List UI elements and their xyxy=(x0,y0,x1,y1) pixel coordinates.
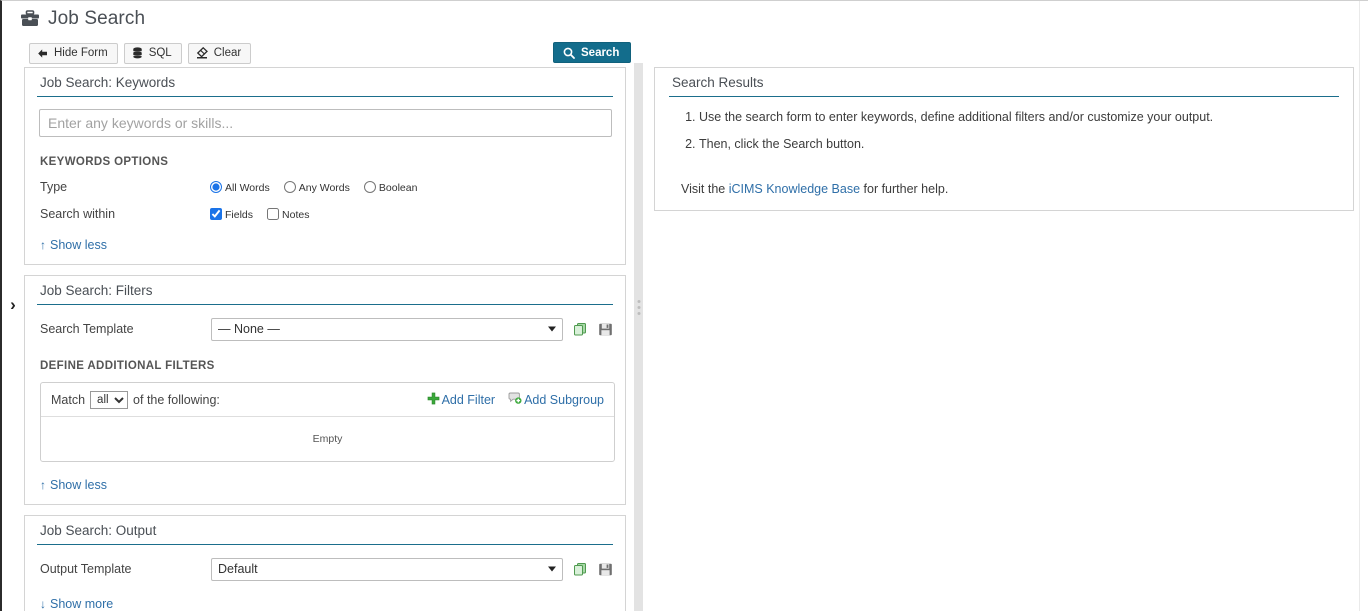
search-button-label: Search xyxy=(581,46,620,59)
filter-group-header: Match all of the following: Add Filter A… xyxy=(41,383,614,417)
keywords-search-within-row: Search within Fields Notes xyxy=(40,205,613,222)
type-option-all-words[interactable]: All Words xyxy=(210,179,270,194)
page-title: Job Search xyxy=(48,8,146,29)
keywords-input[interactable] xyxy=(39,109,612,137)
database-icon xyxy=(132,47,143,59)
search-template-save-icon[interactable] xyxy=(598,322,613,337)
sql-button[interactable]: SQL xyxy=(123,42,182,64)
list-item: Then, click the Search button. xyxy=(699,136,1339,154)
form-toolbar: Hide Form SQL Clear xyxy=(29,42,252,64)
help-note-prefix: Visit the xyxy=(681,182,729,196)
arrow-up-icon: ↑ xyxy=(40,478,46,492)
application-window: › Job Search Hide Form SQL Clear Search … xyxy=(0,0,1368,611)
clear-label: Clear xyxy=(213,47,242,59)
help-note-suffix: for further help. xyxy=(860,182,949,196)
search-results-column: Search Results Use the search form to en… xyxy=(654,67,1354,211)
filter-actions: Add Filter Add Subgroup xyxy=(427,392,604,408)
column-splitter[interactable] xyxy=(634,63,643,611)
search-template-copy-icon[interactable] xyxy=(573,322,588,337)
hide-form-button[interactable]: Hide Form xyxy=(29,42,118,64)
hide-form-label: Hide Form xyxy=(54,47,108,59)
output-panel-title: Job Search: Output xyxy=(37,516,613,545)
search-within-fields-checkbox[interactable] xyxy=(210,208,222,220)
list-item: Use the search form to enter keywords, d… xyxy=(699,109,1339,127)
search-form-column: Job Search: Keywords KEYWORDS OPTIONS Ty… xyxy=(24,67,626,611)
add-subgroup-label: Add Subgroup xyxy=(524,393,604,407)
icims-knowledge-base-link[interactable]: iCIMS Knowledge Base xyxy=(729,182,860,196)
search-template-label: Search Template xyxy=(40,322,134,336)
search-template-select[interactable]: — None — xyxy=(211,317,563,341)
add-subgroup-button[interactable]: Add Subgroup xyxy=(508,392,604,408)
keywords-show-less-link[interactable]: ↑ Show less xyxy=(40,238,107,252)
output-panel: Job Search: Output Output Template Defau… xyxy=(24,515,626,611)
search-results-help-note: Visit the iCIMS Knowledge Base for furth… xyxy=(681,182,1339,196)
sql-label: SQL xyxy=(148,47,172,59)
output-template-select-wrap: Default xyxy=(211,557,563,581)
left-panel-expander[interactable]: › xyxy=(4,286,22,322)
eraser-icon xyxy=(196,47,208,59)
filters-panel-title: Job Search: Filters xyxy=(37,276,613,305)
window-scrollbar[interactable] xyxy=(1359,1,1368,611)
keywords-panel: Job Search: Keywords KEYWORDS OPTIONS Ty… xyxy=(24,67,626,265)
add-filter-button[interactable]: Add Filter xyxy=(427,392,496,408)
plus-icon xyxy=(427,392,440,408)
magnifier-icon xyxy=(563,47,575,59)
define-additional-filters-heading: DEFINE ADDITIONAL FILTERS xyxy=(40,360,215,372)
search-within-notes-label: Notes xyxy=(282,209,310,221)
match-condition: Match all of the following: xyxy=(51,391,220,409)
search-template-row: Search Template — None — xyxy=(40,317,613,341)
add-filter-label: Add Filter xyxy=(441,393,496,407)
match-suffix-label: of the following: xyxy=(133,393,220,407)
search-within-notes-checkbox[interactable] xyxy=(267,208,280,220)
search-within-label: Search within xyxy=(40,206,116,221)
search-results-panel: Search Results Use the search form to en… xyxy=(654,67,1354,211)
arrow-up-icon: ↑ xyxy=(40,238,46,252)
output-show-more-link[interactable]: ↓ Show more xyxy=(40,597,113,611)
type-option-boolean[interactable]: Boolean xyxy=(363,179,418,194)
output-template-copy-icon[interactable] xyxy=(573,562,588,577)
keywords-panel-title: Job Search: Keywords xyxy=(37,68,613,97)
arrow-left-icon xyxy=(37,48,48,59)
type-option-boolean-label: Boolean xyxy=(378,182,418,194)
clear-button[interactable]: Clear xyxy=(187,42,252,64)
filter-group-box: Match all of the following: Add Filter A… xyxy=(40,382,615,462)
filters-show-less-link[interactable]: ↑ Show less xyxy=(40,478,107,492)
type-radio-all-words[interactable] xyxy=(210,181,222,193)
search-results-instructions: Use the search form to enter keywords, d… xyxy=(669,109,1339,153)
search-within-fields[interactable]: Fields xyxy=(210,206,253,221)
type-radio-any-words[interactable] xyxy=(283,181,296,193)
arrow-down-icon: ↓ xyxy=(40,597,46,611)
keywords-show-less-label: Show less xyxy=(50,238,107,252)
search-results-title: Search Results xyxy=(669,68,1339,97)
type-option-any-words[interactable]: Any Words xyxy=(283,179,350,194)
type-option-any-words-label: Any Words xyxy=(298,182,350,194)
search-button[interactable]: Search xyxy=(553,42,632,63)
subgroup-icon xyxy=(508,392,522,408)
search-template-select-wrap: — None — xyxy=(211,317,563,341)
match-operator-select[interactable]: all xyxy=(90,391,129,409)
type-option-all-words-label: All Words xyxy=(225,182,270,194)
keywords-type-label: Type xyxy=(40,179,68,194)
search-within-fields-label: Fields xyxy=(225,209,254,221)
keywords-type-row: Type All Words Any Words Boolean xyxy=(40,178,613,195)
page-title-row: Job Search xyxy=(20,5,145,33)
briefcase-icon xyxy=(20,10,40,28)
match-prefix-label: Match xyxy=(51,393,86,407)
chevron-right-icon: › xyxy=(10,294,16,314)
type-radio-boolean[interactable] xyxy=(363,181,376,193)
output-show-more-label: Show more xyxy=(50,597,114,611)
output-template-row: Output Template Default xyxy=(40,557,613,581)
filters-show-less-label: Show less xyxy=(50,478,107,492)
search-within-notes[interactable]: Notes xyxy=(267,206,309,221)
filter-empty-text: Empty xyxy=(312,433,343,445)
splitter-grip-icon xyxy=(637,300,640,315)
output-template-select[interactable]: Default xyxy=(211,557,563,581)
filters-panel: Job Search: Filters Search Template — No… xyxy=(24,275,626,505)
output-template-save-icon[interactable] xyxy=(598,562,613,577)
keywords-options-heading: KEYWORDS OPTIONS xyxy=(40,156,169,168)
output-template-label: Output Template xyxy=(40,562,132,576)
